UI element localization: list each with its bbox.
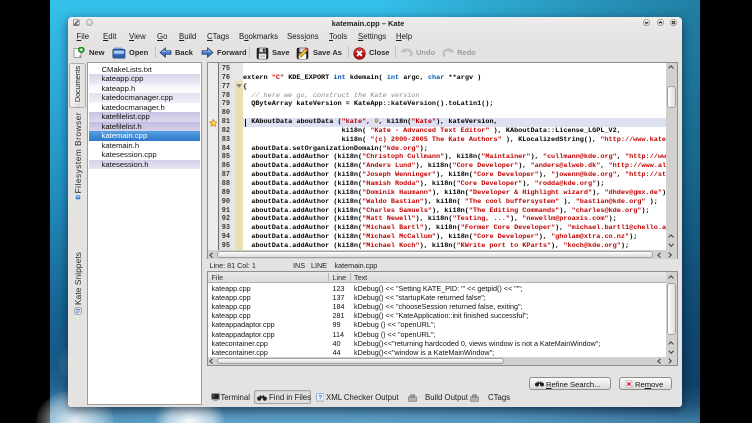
svg-text:?: ?	[318, 395, 322, 402]
